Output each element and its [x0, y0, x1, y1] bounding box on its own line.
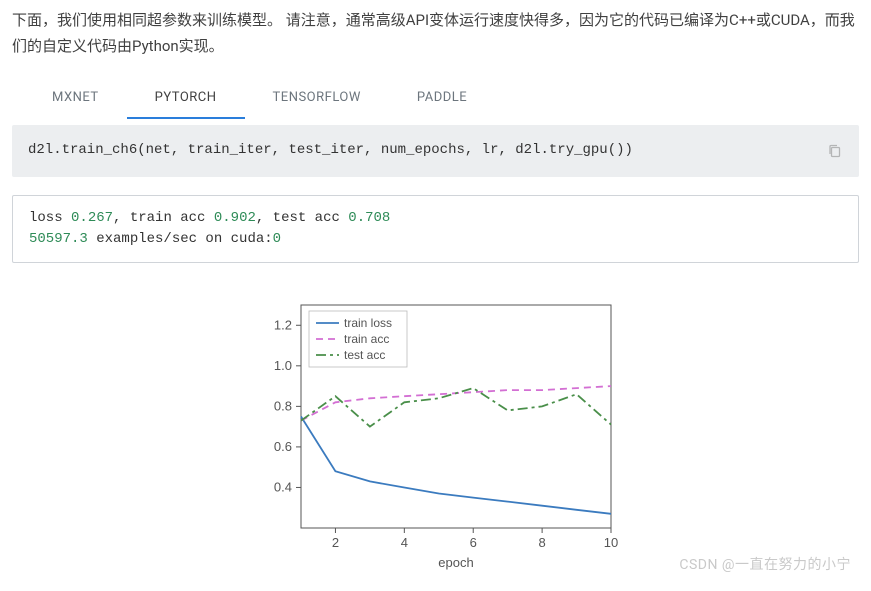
svg-text:train loss: train loss [344, 316, 392, 330]
svg-text:0.4: 0.4 [273, 479, 291, 494]
rate-device: 0 [273, 231, 281, 247]
train-acc-value: 0.902 [214, 210, 256, 226]
svg-text:1.0: 1.0 [273, 358, 291, 373]
tab-paddle[interactable]: PADDLE [389, 77, 495, 119]
copy-icon[interactable] [823, 139, 847, 163]
loss-label: loss [29, 210, 71, 226]
svg-text:train acc: train acc [344, 332, 389, 346]
tab-mxnet[interactable]: MXNET [24, 77, 127, 119]
train-acc-label: , train acc [113, 210, 214, 226]
output-block: loss 0.267, train acc 0.902, test acc 0.… [12, 195, 859, 263]
svg-text:8: 8 [538, 535, 545, 550]
training-chart: 0.4 0.6 0.8 1.0 1.2 2 4 6 8 10 epoch train loss trai… [246, 293, 626, 573]
svg-text:10: 10 [603, 535, 617, 550]
rate-text: examples/sec on cuda: [88, 231, 273, 247]
tab-pytorch[interactable]: PYTORCH [127, 77, 245, 119]
svg-text:4: 4 [400, 535, 407, 550]
svg-text:2: 2 [331, 535, 338, 550]
rate-value: 50597.3 [29, 231, 88, 247]
intro-paragraph: 下面，我们使用相同超参数来训练模型。 请注意，通常高级API变体运行速度快得多，… [12, 8, 859, 59]
code-block: d2l.train_ch6(net, train_iter, test_iter… [12, 125, 859, 177]
test-acc-label: , test acc [256, 210, 348, 226]
svg-text:6: 6 [469, 535, 476, 550]
tab-tensorflow[interactable]: TENSORFLOW [245, 77, 389, 119]
svg-text:test acc: test acc [344, 348, 385, 362]
code-text: d2l.train_ch6(net, train_iter, test_iter… [28, 142, 633, 158]
chart-container: 0.4 0.6 0.8 1.0 1.2 2 4 6 8 10 epoch train loss trai… [12, 283, 859, 583]
test-acc-value: 0.708 [348, 210, 390, 226]
svg-text:1.2: 1.2 [273, 317, 291, 332]
loss-value: 0.267 [71, 210, 113, 226]
svg-text:0.8: 0.8 [273, 398, 291, 413]
svg-text:epoch: epoch [438, 555, 473, 570]
framework-tabs: MXNET PYTORCH TENSORFLOW PADDLE [24, 77, 859, 119]
svg-text:0.6: 0.6 [273, 439, 291, 454]
